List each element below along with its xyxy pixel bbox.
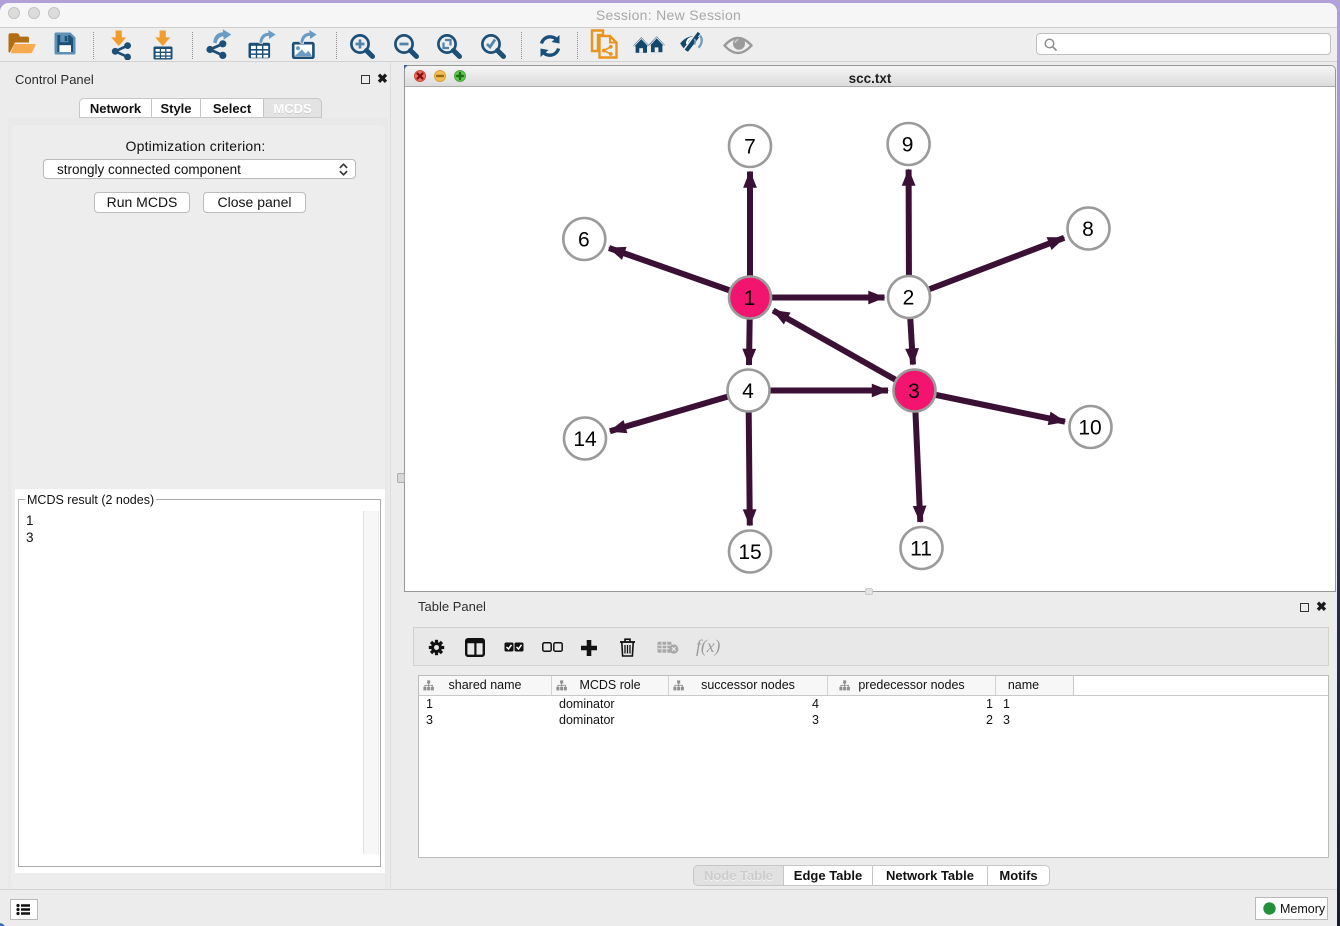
svg-text:9: 9 (902, 134, 914, 157)
svg-text:6: 6 (578, 229, 590, 252)
svg-text:10: 10 (1078, 417, 1101, 440)
svg-text:4: 4 (742, 380, 754, 403)
svg-text:7: 7 (744, 136, 756, 159)
svg-text:1: 1 (744, 287, 756, 310)
svg-text:8: 8 (1082, 218, 1094, 241)
svg-text:14: 14 (573, 428, 597, 451)
svg-text:2: 2 (903, 287, 915, 310)
svg-text:11: 11 (910, 538, 932, 561)
svg-text:3: 3 (908, 380, 920, 403)
svg-text:15: 15 (738, 541, 761, 564)
